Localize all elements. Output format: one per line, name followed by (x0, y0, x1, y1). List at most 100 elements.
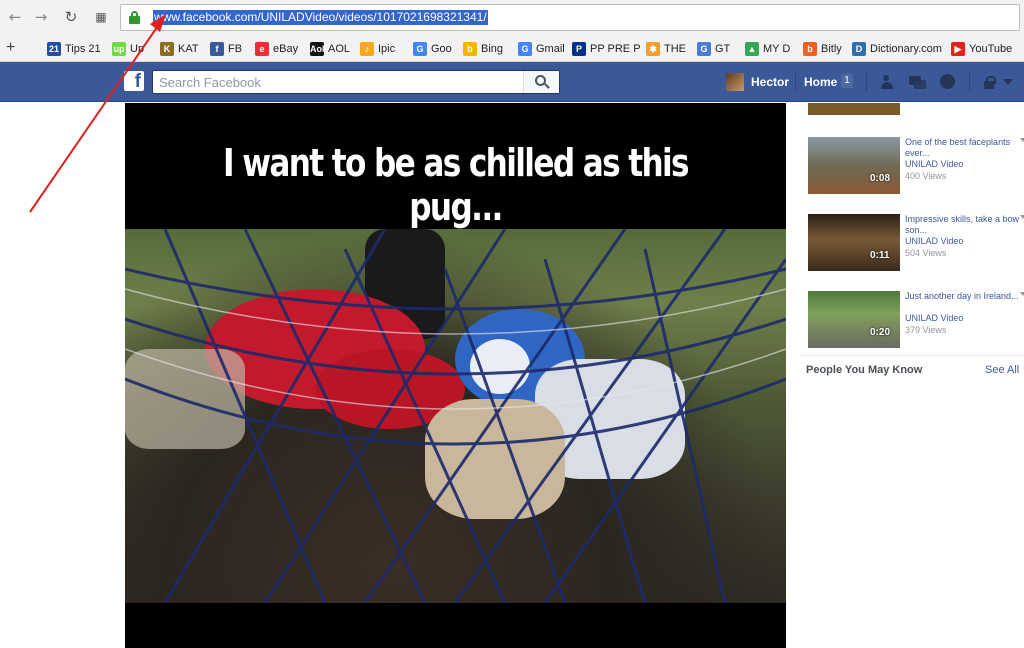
bookmark-label: Goo (431, 43, 452, 55)
bookmark-label: Bing (481, 43, 504, 55)
video-duration: 0:11 (870, 250, 890, 261)
related-video-title[interactable]: Impressive skills, take a bow son... (905, 214, 1024, 236)
ebay-icon: e (255, 42, 269, 56)
aol-icon: Aol (310, 42, 325, 56)
related-video-views: 379 Views (905, 325, 947, 335)
ipic-icon: ♪ (360, 42, 374, 56)
bookmark-aol[interactable]: Aol AOL (310, 41, 350, 57)
privacy-shortcuts-icon[interactable] (982, 74, 1000, 90)
bookmark-up[interactable]: up Up (112, 41, 144, 57)
previous-thumbnail-edge[interactable] (808, 103, 900, 115)
bookmark-label: Up (130, 43, 145, 55)
address-bar[interactable]: www.facebook.com/UNILADVideo/videos/1017… (120, 4, 1020, 31)
bookmark-pp-pre-p[interactable]: P PP PRE P (572, 41, 641, 57)
paypal-icon: P (572, 42, 586, 56)
the-icon: ✱ (646, 42, 660, 56)
bookmark-goo[interactable]: G Goo (413, 41, 452, 57)
avatar[interactable] (726, 73, 744, 91)
bookmark-label: Dictionary.com (870, 43, 942, 55)
bookmark-bing[interactable]: b Bing (463, 41, 503, 57)
lock-icon (129, 11, 140, 24)
bookmark-gt[interactable]: G GT (697, 41, 730, 57)
options-chevron-down-icon[interactable] (1020, 138, 1024, 142)
facebook-icon: f (210, 42, 224, 56)
video-duration: 0:08 (870, 173, 891, 184)
bookmark-label: Gmail (536, 43, 565, 55)
bitly-icon: b (803, 42, 817, 56)
bookmark-label: eBay (273, 43, 299, 55)
back-arrow-icon[interactable]: ← (6, 8, 24, 26)
bookmark-label: THE (664, 43, 686, 55)
upwork-icon: up (112, 42, 126, 56)
related-video-channel[interactable]: UNILAD Video (905, 236, 963, 246)
related-video-channel[interactable]: UNILAD Video (905, 313, 963, 323)
header-divider (969, 72, 970, 92)
video-player[interactable]: I want to be as chilled as this pug... (125, 103, 786, 648)
account-menu-chevron-down-icon[interactable] (1003, 79, 1013, 85)
bookmark-label: Tips 21 (65, 43, 101, 55)
bookmark-label: AOL (328, 43, 351, 55)
gmail-icon: G (518, 42, 532, 56)
friend-requests-icon[interactable] (881, 74, 899, 90)
bing-icon: b (463, 42, 477, 56)
reload-icon[interactable]: ↻ (62, 8, 80, 26)
home-link[interactable]: Home (804, 75, 837, 89)
add-bookmark-plus-icon[interactable]: + (6, 39, 15, 57)
notifications-globe-icon[interactable] (939, 74, 957, 90)
drive-icon: ▲ (745, 42, 759, 56)
youtube-icon: ▶ (951, 42, 965, 56)
related-video-item[interactable]: 0:08 One of the best faceplants ever... … (808, 137, 1024, 197)
google-icon: G (413, 42, 427, 56)
video-frame[interactable] (125, 229, 786, 603)
facebook-header: f Hector Home 1 (0, 62, 1024, 102)
bookmark-bitly[interactable]: b Bitly (803, 41, 842, 57)
bookmark-tips-21[interactable]: 21 Tips 21 (47, 41, 101, 57)
bookmarks-bar: + 21 Tips 21 up Up K KAT f FB e eBay Aol AOL ♪ Ipic G G… (0, 36, 1024, 62)
header-divider (795, 72, 796, 92)
bookmark-ebay[interactable]: e eBay (255, 41, 298, 57)
video-thumbnail[interactable]: 0:08 (808, 137, 900, 194)
bookmark-ipic[interactable]: ♪ Ipic (360, 41, 395, 57)
see-all-link[interactable]: See All (985, 364, 1019, 376)
header-divider (866, 72, 867, 92)
bookmark-label: PP PRE P (590, 43, 641, 55)
hammock-net (125, 229, 786, 603)
bookmark-label: GT (715, 43, 731, 55)
search-box (152, 70, 560, 94)
video-thumbnail[interactable]: 0:11 (808, 214, 900, 271)
bookmark-fb[interactable]: f FB (210, 41, 242, 57)
dictionary-icon: D (852, 42, 866, 56)
bookmark-label: Ipic (378, 43, 396, 55)
bookmark-my-d[interactable]: ▲ MY D (745, 41, 790, 57)
people-you-may-know-heading: People You May Know (806, 364, 923, 376)
profile-name[interactable]: Hector (751, 75, 789, 89)
related-video-item[interactable]: 0:11 Impressive skills, take a bow son..… (808, 214, 1024, 274)
apps-grid-icon[interactable]: ▦ (92, 8, 110, 26)
related-video-views: 504 Views (905, 248, 947, 258)
bookmark-the[interactable]: ✱ THE (646, 41, 686, 57)
bookmark-kat[interactable]: K KAT (160, 41, 199, 57)
bookmark-label: KAT (178, 43, 199, 55)
home-count-badge: 1 (841, 74, 853, 88)
video-thumbnail[interactable]: 0:20 (808, 291, 900, 348)
related-video-channel[interactable]: UNILAD Video (905, 159, 963, 169)
forward-arrow-icon[interactable]: → (32, 8, 50, 26)
video-caption: I want to be as chilled as this pug... (223, 141, 690, 229)
options-chevron-down-icon[interactable] (1020, 215, 1024, 219)
related-video-title[interactable]: Just another day in Ireland... (905, 291, 1024, 302)
options-chevron-down-icon[interactable] (1020, 292, 1024, 296)
facebook-logo-icon[interactable]: f (124, 71, 144, 91)
bookmark-label: YouTube (969, 43, 1013, 55)
bookmark-label: Bitly (821, 43, 842, 55)
bookmark-youtube[interactable]: ▶ YouTube (951, 41, 1012, 57)
kat-icon: K (160, 42, 174, 56)
related-video-item[interactable]: 0:20 Just another day in Ireland... UNIL… (808, 291, 1024, 351)
related-video-title[interactable]: One of the best faceplants ever... (905, 137, 1024, 159)
search-button[interactable] (523, 71, 559, 93)
search-input[interactable] (153, 71, 523, 93)
url-text[interactable]: www.facebook.com/UNILADVideo/videos/1017… (153, 10, 488, 25)
bookmark-dictionary-com[interactable]: D Dictionary.com (852, 41, 942, 57)
related-video-views: 400 Views (905, 171, 947, 181)
messages-icon[interactable] (908, 74, 926, 90)
bookmark-gmail[interactable]: G Gmail (518, 41, 565, 57)
